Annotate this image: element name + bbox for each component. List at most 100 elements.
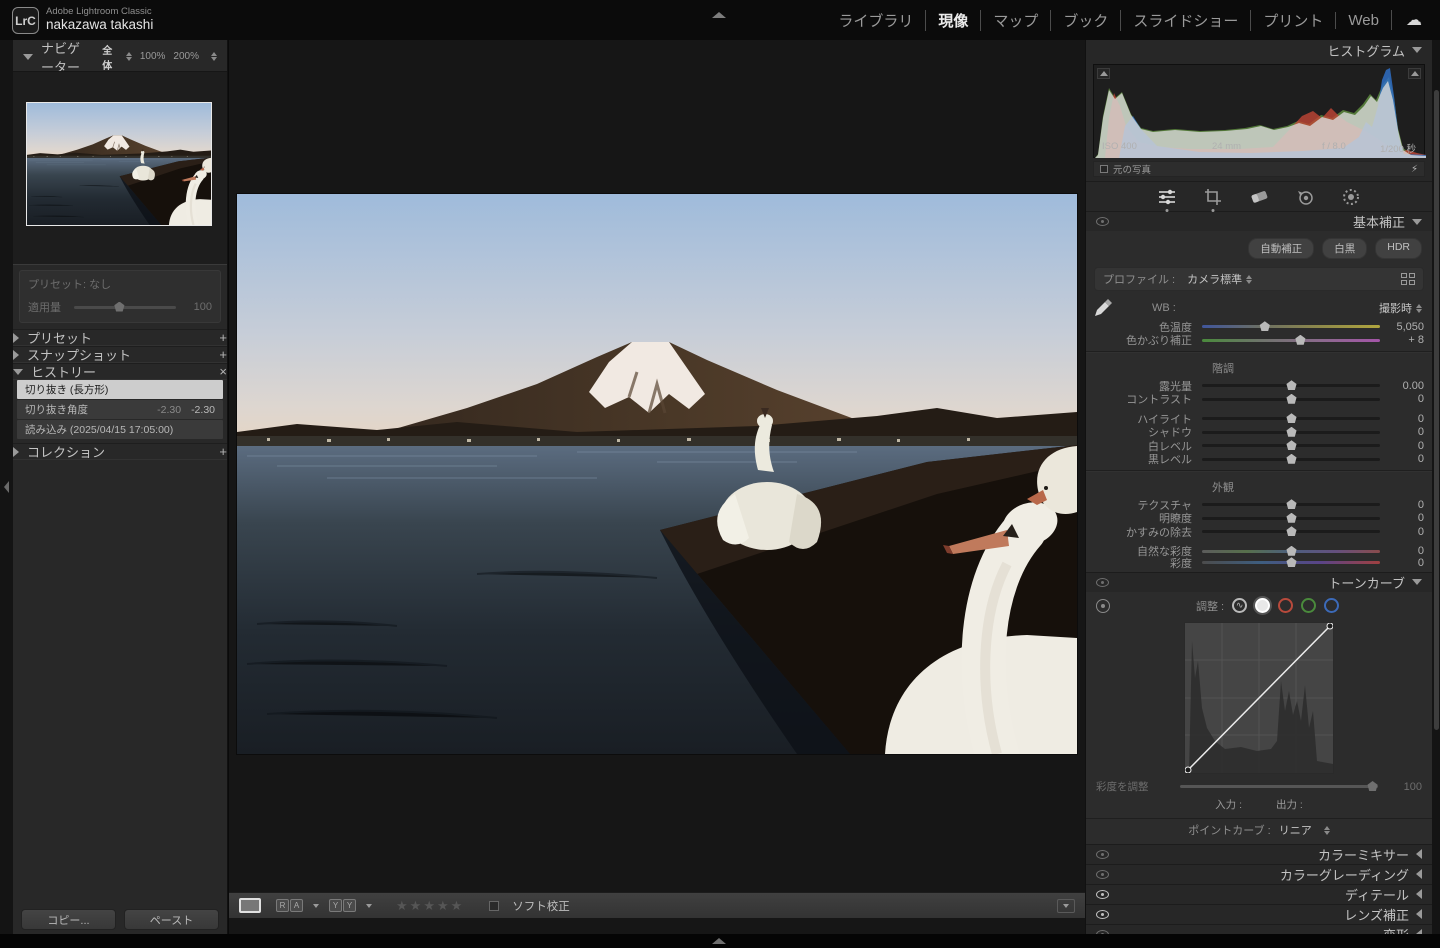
- panel-eye-icon[interactable]: [1096, 578, 1109, 587]
- before-after-view-icon[interactable]: RA: [276, 899, 303, 912]
- detail-header[interactable]: ディテール: [1086, 884, 1432, 904]
- shadow-clipping-indicator[interactable]: [1097, 68, 1110, 79]
- history-section-header[interactable]: ヒストリー ×: [13, 363, 227, 380]
- left-panel-collapse-strip[interactable]: [0, 40, 13, 934]
- slider-knob[interactable]: [1286, 394, 1297, 404]
- profile-browser-icon[interactable]: [1401, 273, 1415, 285]
- point-curve-channel-icon[interactable]: [1255, 598, 1270, 613]
- slider-knob[interactable]: [1295, 335, 1306, 345]
- slider-knob[interactable]: [1286, 427, 1297, 437]
- history-item[interactable]: 切り抜き角度 -2.30-2.30: [17, 400, 223, 419]
- highlights-slider[interactable]: [1202, 417, 1380, 420]
- wb-value[interactable]: 撮影時: [1379, 300, 1412, 316]
- color-mixer-header[interactable]: カラーミキサー: [1086, 844, 1432, 864]
- profile-value[interactable]: カメラ標準: [1187, 271, 1242, 287]
- clarity-slider[interactable]: [1202, 517, 1380, 520]
- top-panel-collapse-arrow-icon[interactable]: [712, 12, 726, 18]
- slider-knob[interactable]: [1286, 454, 1297, 464]
- filmstrip-expand-icon[interactable]: [712, 938, 726, 944]
- profile-dropdown-icon[interactable]: [1246, 275, 1252, 284]
- auto-tone-button[interactable]: 自動補正: [1248, 238, 1314, 259]
- slider-knob[interactable]: [1259, 321, 1270, 331]
- crop-tool-icon[interactable]: [1201, 186, 1225, 208]
- slider-knob[interactable]: [1286, 413, 1297, 423]
- parametric-curve-icon[interactable]: ∿: [1232, 598, 1247, 613]
- slider-knob[interactable]: [1286, 546, 1297, 556]
- panel-eye-icon[interactable]: [1096, 870, 1109, 879]
- histogram-header[interactable]: ヒストグラム: [1086, 40, 1432, 60]
- collections-section-header[interactable]: コレクション +: [13, 443, 227, 460]
- original-photo-checkbox[interactable]: [1100, 165, 1108, 173]
- split-view-dropdown-icon[interactable]: [366, 904, 372, 908]
- saturation-slider[interactable]: [1202, 561, 1380, 564]
- star-icon[interactable]: ★: [423, 898, 437, 913]
- whites-slider[interactable]: [1202, 444, 1380, 447]
- star-icon[interactable]: ★: [410, 898, 424, 913]
- navigator-thumbnail[interactable]: [26, 102, 212, 226]
- add-preset-button[interactable]: +: [219, 330, 227, 345]
- zoom-100[interactable]: 100%: [140, 51, 166, 62]
- wb-dropdown-icon[interactable]: [1416, 304, 1422, 313]
- snapshots-section-header[interactable]: スナップショット +: [13, 346, 227, 363]
- blacks-slider[interactable]: [1202, 458, 1380, 461]
- slider-knob[interactable]: [1286, 557, 1297, 567]
- clear-history-button[interactable]: ×: [219, 364, 227, 379]
- red-channel-icon[interactable]: [1278, 598, 1293, 613]
- targeted-adjustment-icon[interactable]: [1096, 599, 1110, 613]
- soft-proof-checkbox[interactable]: [489, 901, 499, 911]
- module-book[interactable]: ブック: [1050, 10, 1120, 31]
- presets-section-header[interactable]: プリセット +: [13, 329, 227, 346]
- tone-curve-header[interactable]: トーンカーブ: [1086, 572, 1432, 592]
- navigator-header[interactable]: ナビゲーター 全体 100% 200%: [13, 48, 227, 65]
- slider-knob[interactable]: [1286, 513, 1297, 523]
- add-snapshot-button[interactable]: +: [219, 347, 227, 362]
- history-item[interactable]: 読み込み (2025/04/15 17:05:00): [17, 420, 223, 439]
- tint-slider[interactable]: [1202, 339, 1380, 342]
- edit-tool-icon[interactable]: [1155, 186, 1179, 208]
- zoom-dropdown-icon[interactable]: [211, 52, 217, 61]
- slider-knob[interactable]: [1286, 380, 1297, 390]
- star-rating[interactable]: ★★★★★: [396, 898, 464, 914]
- zoom-200[interactable]: 200%: [173, 51, 199, 62]
- paste-button[interactable]: ペースト: [124, 909, 219, 930]
- main-photo[interactable]: [237, 194, 1077, 754]
- texture-slider[interactable]: [1202, 503, 1380, 506]
- dehaze-slider[interactable]: [1202, 530, 1380, 533]
- vibrance-slider[interactable]: [1202, 550, 1380, 553]
- point-curve-value[interactable]: リニア: [1279, 822, 1312, 838]
- zoom-fit[interactable]: 全体: [102, 42, 114, 72]
- bw-button[interactable]: 白黒: [1322, 238, 1367, 259]
- module-develop[interactable]: 現像: [925, 10, 980, 31]
- shadows-slider[interactable]: [1202, 431, 1380, 434]
- point-curve-dropdown-icon[interactable]: [1324, 826, 1330, 835]
- panel-eye-icon[interactable]: [1096, 890, 1109, 899]
- add-collection-button[interactable]: +: [219, 444, 227, 459]
- module-web[interactable]: Web: [1335, 12, 1391, 29]
- filmstrip-collapsed-bar[interactable]: [0, 934, 1440, 948]
- tone-curve-editor[interactable]: [1184, 622, 1334, 774]
- cloud-sync-icon[interactable]: ☁: [1391, 10, 1430, 30]
- lens-corrections-header[interactable]: レンズ補正: [1086, 904, 1432, 924]
- module-map[interactable]: マップ: [980, 10, 1050, 31]
- masking-tool-icon[interactable]: [1339, 186, 1363, 208]
- slider-knob[interactable]: [1367, 781, 1378, 791]
- star-icon[interactable]: ★: [396, 898, 410, 913]
- toolbar-options-button[interactable]: [1057, 899, 1075, 913]
- star-icon[interactable]: ★: [451, 898, 465, 913]
- exposure-slider[interactable]: [1202, 384, 1380, 387]
- panel-eye-icon[interactable]: [1096, 910, 1109, 919]
- contrast-slider[interactable]: [1202, 398, 1380, 401]
- red-eye-tool-icon[interactable]: [1293, 186, 1317, 208]
- panel-eye-icon[interactable]: [1096, 850, 1109, 859]
- histogram-display[interactable]: ISO 400 24 mm f / 8.0 1/200 秒: [1093, 64, 1425, 158]
- before-after-dropdown-icon[interactable]: [313, 904, 319, 908]
- right-panel-scrollbar[interactable]: [1434, 90, 1439, 730]
- panel-eye-icon[interactable]: [1096, 217, 1109, 226]
- blue-channel-icon[interactable]: [1324, 598, 1339, 613]
- copy-button[interactable]: コピー...: [21, 909, 116, 930]
- temp-slider[interactable]: [1202, 325, 1380, 328]
- basic-panel-header[interactable]: 基本補正: [1086, 211, 1432, 231]
- split-view-icon[interactable]: YY: [329, 899, 356, 912]
- slider-knob[interactable]: [1286, 440, 1297, 450]
- module-print[interactable]: プリント: [1250, 10, 1335, 31]
